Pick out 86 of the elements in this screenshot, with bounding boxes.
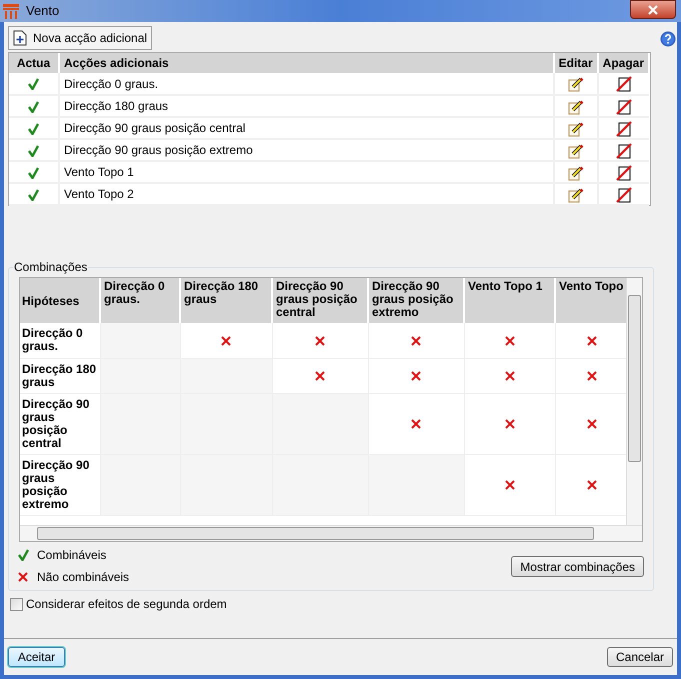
cross-icon — [411, 419, 421, 430]
check-icon — [28, 188, 39, 201]
matrix-cell[interactable] — [555, 454, 628, 515]
check-icon — [28, 100, 39, 113]
cross-icon — [504, 336, 514, 346]
matrix-cell[interactable] — [272, 358, 368, 393]
window-logo-icon — [2, 2, 20, 20]
window-title: Vento — [26, 2, 60, 20]
table-cell: Direcção 180 graus — [59, 95, 554, 117]
cross-icon — [586, 371, 596, 382]
legend-label: Combináveis — [37, 546, 106, 564]
delete-icon[interactable] — [616, 164, 632, 181]
edit-icon[interactable] — [568, 98, 584, 115]
check-icon — [18, 548, 28, 560]
checkbox-label: Considerar efeitos de segunda ordem — [26, 596, 227, 613]
row-header: Direcção 90 graus posição central — [20, 393, 100, 454]
matrix-cell[interactable] — [555, 393, 628, 454]
table-cell: Vento Topo 2 — [59, 183, 554, 205]
check-icon — [28, 78, 39, 90]
cross-icon — [504, 371, 514, 382]
edit-icon[interactable] — [568, 186, 584, 203]
edit-icon[interactable] — [568, 164, 584, 181]
matrix-cell[interactable] — [464, 393, 555, 454]
edit-icon[interactable] — [568, 142, 584, 159]
row-header: Direcção 180 graus — [20, 358, 100, 393]
matrix-cell[interactable] — [464, 323, 555, 358]
delete-icon[interactable] — [616, 186, 632, 203]
accept-button[interactable]: Aceitar — [8, 647, 65, 667]
column-header: Hipóteses — [20, 278, 100, 323]
cancel-button[interactable]: Cancelar — [607, 647, 673, 667]
column-header: Direcção 90 graus posição extremo — [368, 278, 464, 323]
new-document-icon — [13, 30, 27, 46]
matrix-cell[interactable] — [368, 358, 464, 393]
table-cell: Vento Topo 1 — [59, 161, 554, 183]
horizontal-scrollbar[interactable] — [20, 525, 642, 541]
column-header: Acções adicionais — [59, 53, 554, 73]
column-header: Apagar — [598, 53, 649, 73]
delete-icon[interactable] — [616, 120, 632, 137]
cross-icon — [504, 480, 514, 490]
edit-icon[interactable] — [568, 120, 584, 137]
cross-icon — [586, 480, 596, 490]
column-header: Vento Topo 1 — [464, 278, 555, 323]
table-cell: Direcção 0 graus. — [59, 73, 554, 95]
cross-icon — [315, 336, 325, 346]
table-cell: Direcção 90 graus posição extremo — [59, 139, 554, 161]
matrix-cell[interactable] — [555, 358, 628, 393]
cross-icon — [504, 419, 514, 430]
help-icon[interactable] — [660, 31, 676, 47]
cross-icon — [18, 572, 28, 582]
edit-icon[interactable] — [568, 76, 584, 92]
delete-icon[interactable] — [616, 76, 632, 92]
matrix-cell[interactable] — [180, 323, 272, 358]
matrix-cell[interactable] — [368, 393, 464, 454]
group-title: Combinações — [13, 259, 88, 276]
column-header: Vento Topo — [555, 278, 628, 323]
matrix-cell[interactable] — [272, 323, 368, 358]
check-icon — [28, 144, 39, 157]
column-header: Actua — [9, 53, 59, 73]
column-header: Direcção 180 graus — [180, 278, 272, 323]
cross-icon — [315, 371, 325, 382]
close-icon — [648, 4, 658, 14]
row-header: Direcção 0 graus. — [20, 323, 100, 358]
matrix-cell[interactable] — [464, 358, 555, 393]
vertical-scrollbar[interactable] — [626, 278, 642, 527]
delete-icon[interactable] — [616, 142, 632, 159]
column-header: Editar — [554, 53, 598, 73]
check-icon — [28, 166, 39, 179]
legend-label: Não combináveis — [37, 568, 130, 586]
cross-icon — [411, 371, 421, 382]
cross-icon — [221, 336, 231, 346]
new-action-button[interactable]: Nova acção adicional — [8, 26, 152, 50]
delete-icon[interactable] — [616, 98, 632, 115]
cross-icon — [586, 336, 596, 346]
matrix-cell[interactable] — [464, 454, 555, 515]
close-button[interactable] — [630, 0, 676, 19]
row-header: Direcção 90 graus posição extremo — [20, 454, 100, 515]
cross-icon — [411, 336, 421, 346]
check-icon — [28, 122, 39, 135]
matrix-cell[interactable] — [368, 323, 464, 358]
show-combinations-button[interactable]: Mostrar combinações — [511, 556, 644, 577]
column-header: Direcção 90 graus posição central — [272, 278, 368, 323]
matrix-cell[interactable] — [555, 323, 628, 358]
cross-icon — [586, 419, 596, 430]
column-header: Direcção 0 graus. — [100, 278, 180, 323]
table-cell: Direcção 90 graus posição central — [59, 117, 554, 139]
checkbox[interactable] — [10, 598, 23, 610]
